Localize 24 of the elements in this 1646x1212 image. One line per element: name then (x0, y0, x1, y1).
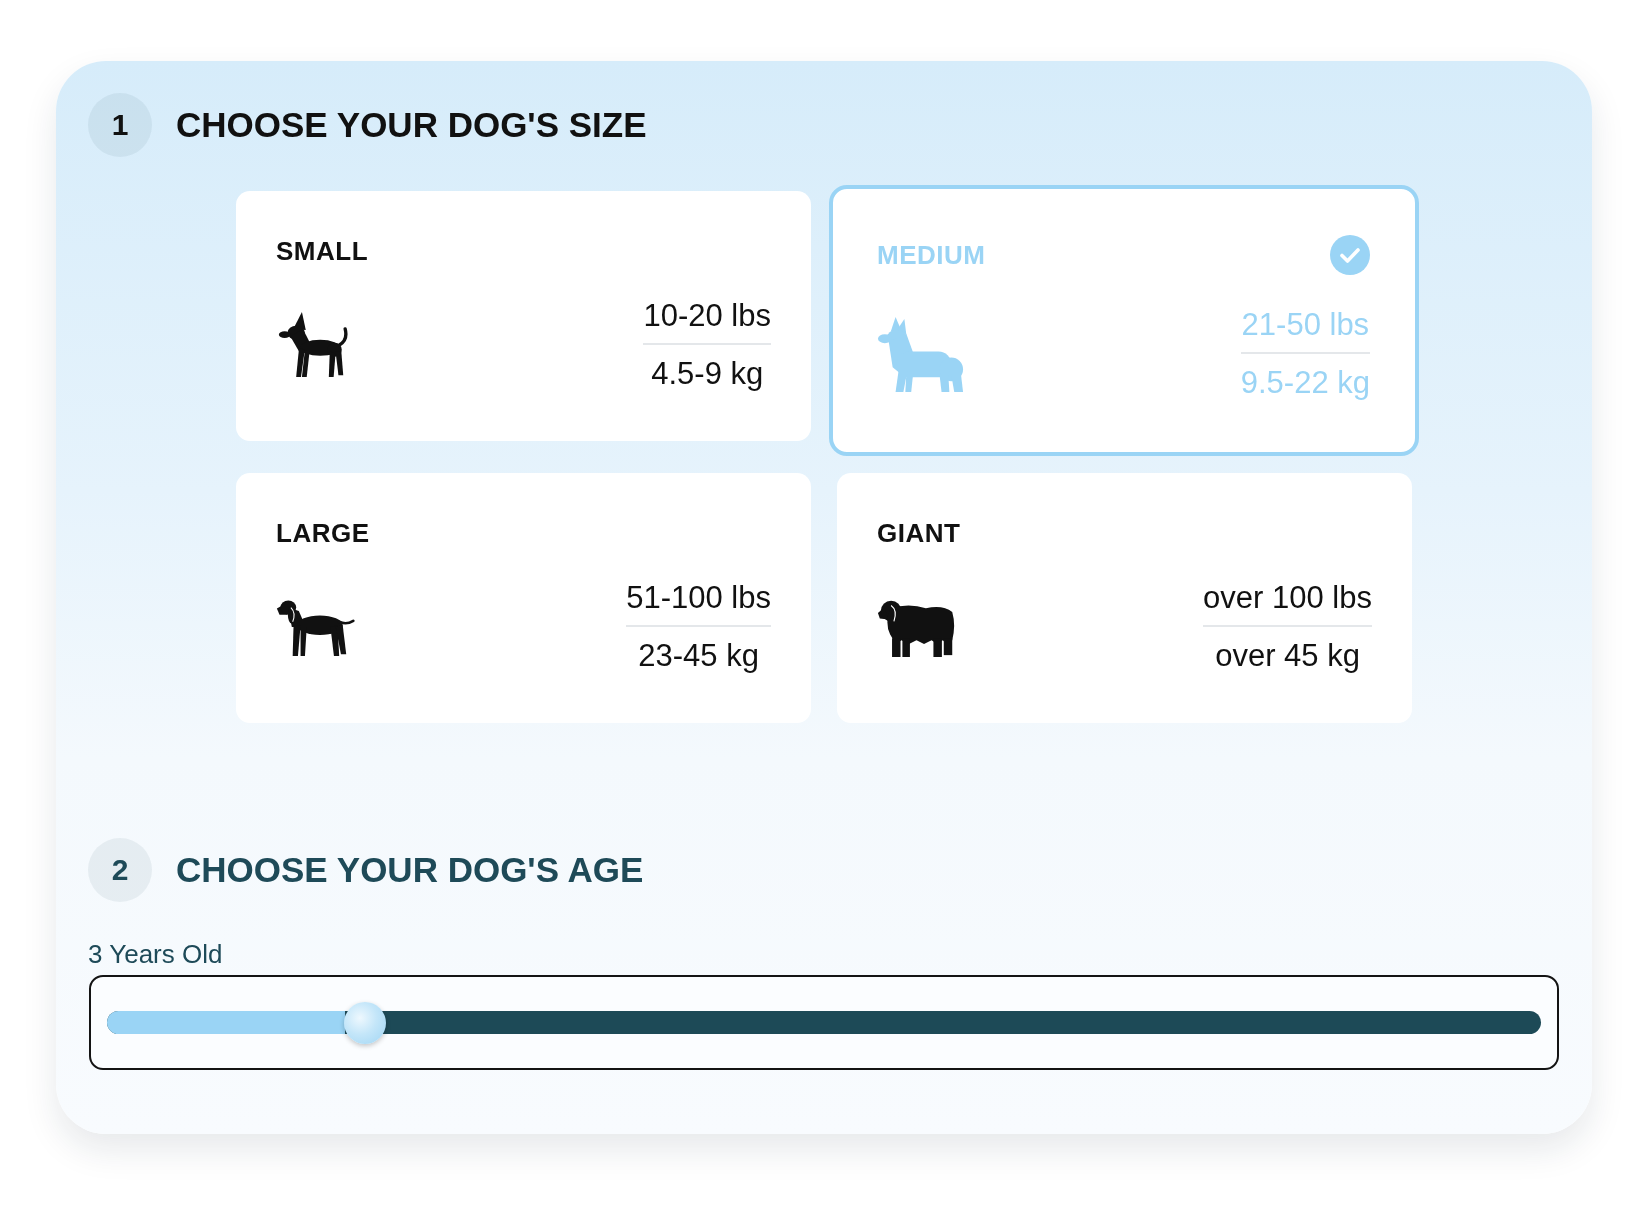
age-reading: 3 Years Old (88, 939, 223, 969)
weight-kg: 9.5-22 kg (1240, 364, 1370, 401)
slider-thumb[interactable] (344, 1001, 387, 1044)
size-card[interactable]: SMALL 10-20 lbs 4.5-9 kg (236, 191, 811, 441)
check-icon (1330, 235, 1370, 275)
weight-lbs: 10-20 lbs (643, 298, 771, 345)
dog-icon (877, 315, 965, 393)
weight-lbs: over 100 lbs (1203, 580, 1372, 627)
step-number: 2 (88, 838, 152, 902)
weight-kg: over 45 kg (1214, 637, 1361, 674)
size-label: MEDIUM (877, 240, 986, 270)
size-label: LARGE (276, 518, 370, 548)
size-label: SMALL (276, 236, 369, 266)
dog-icon (276, 312, 349, 378)
weight-kg: 4.5-9 kg (650, 355, 765, 392)
weight-lbs: 21-50 lbs (1240, 307, 1370, 354)
weight-kg: 23-45 kg (637, 637, 760, 674)
size-label: GIANT (877, 518, 961, 548)
step-title: CHOOSE YOUR DOG'S SIZE (176, 105, 647, 145)
size-card[interactable]: LARGE 51-100 lbs 23-45 kg (236, 473, 811, 723)
weight-lbs: 51-100 lbs (626, 580, 771, 627)
step-title: CHOOSE YOUR DOG'S AGE (176, 850, 644, 890)
size-card[interactable]: GIANT over 100 lbs over 45 kg (837, 473, 1412, 723)
step-number: 1 (88, 93, 152, 157)
